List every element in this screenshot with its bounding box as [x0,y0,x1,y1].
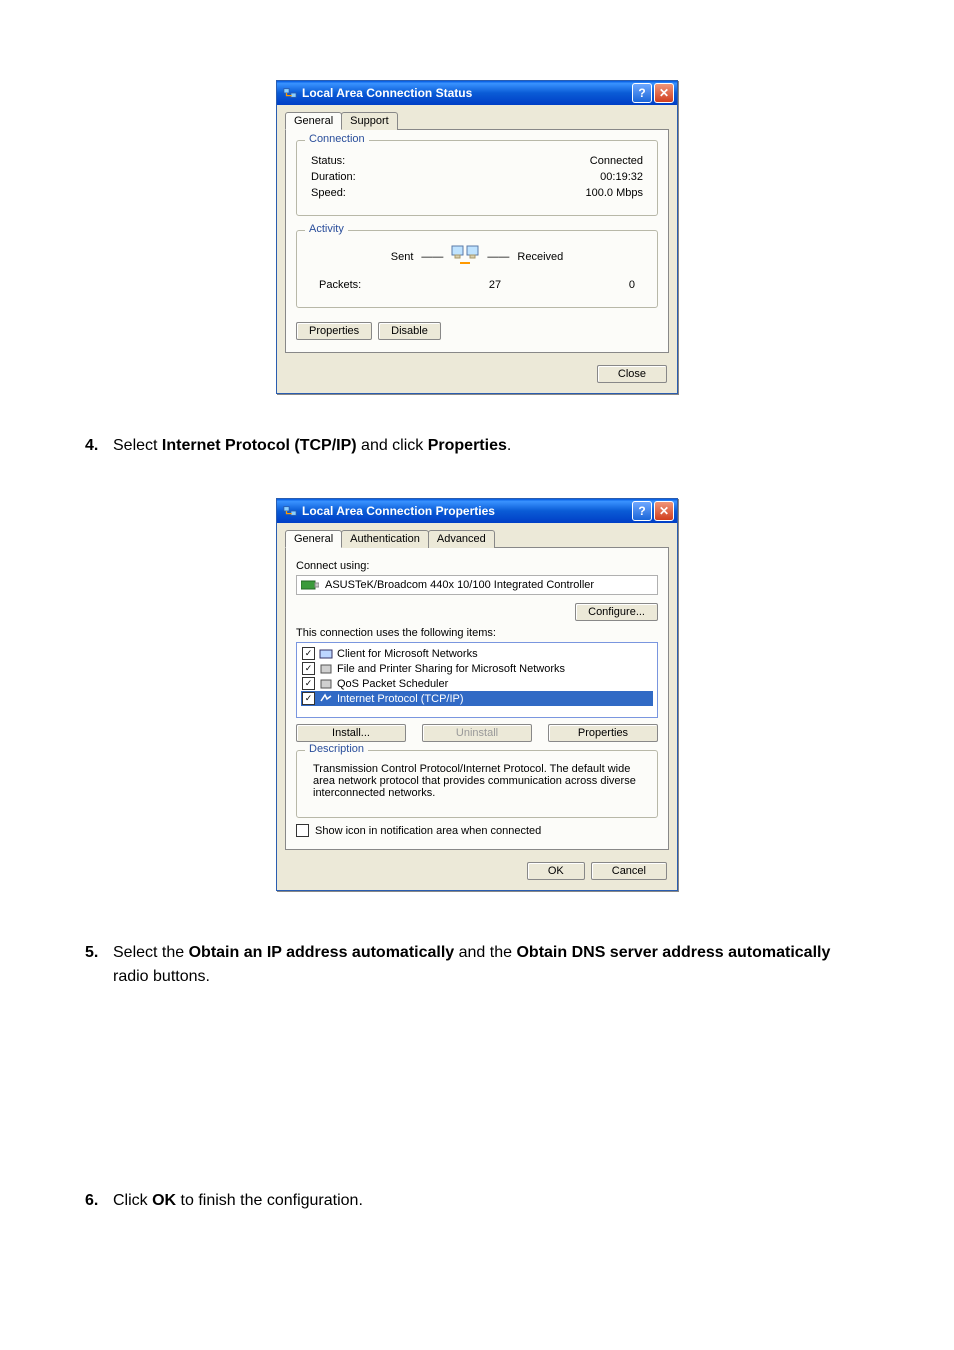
connection-icon [283,86,297,100]
properties-titlebar[interactable]: Local Area Connection Properties ? ✕ [277,499,677,523]
packets-received: 0 [629,279,635,291]
client-icon [319,648,333,660]
list-item[interactable]: QoS Packet Scheduler [301,676,653,691]
properties-title: Local Area Connection Properties [302,504,632,518]
list-item[interactable]: Client for Microsoft Networks [301,646,653,661]
help-icon[interactable]: ? [632,501,652,521]
duration-value: 00:19:32 [600,171,643,183]
sent-label: Sent [391,251,414,263]
nic-icon [301,579,319,591]
tab-advanced[interactable]: Advanced [428,530,495,548]
checkbox-icon[interactable] [302,647,315,660]
tab-general[interactable]: General [285,530,342,548]
help-icon[interactable]: ? [632,83,652,103]
adapter-field: ASUSTeK/Broadcom 440x 10/100 Integrated … [296,575,658,595]
tab-support[interactable]: Support [341,112,398,130]
activity-icon [451,245,479,269]
status-titlebar[interactable]: Local Area Connection Status ? ✕ [277,81,677,105]
speed-label: Speed: [311,187,346,199]
status-title: Local Area Connection Status [302,86,632,100]
dash: —— [487,251,509,263]
step6-num: 6. [85,1189,113,1213]
speed-value: 100.0 Mbps [586,187,643,199]
checkbox-icon[interactable] [302,677,315,690]
status-dialog: Local Area Connection Status ? ✕ General… [276,80,678,394]
desc-text: Transmission Control Protocol/Internet P… [309,761,645,805]
instruction-6: 6. Click OK to finish the configuration. [85,1189,869,1213]
checkbox-icon[interactable] [296,824,309,837]
properties-tabs: General Authentication Advanced [277,523,677,547]
configure-button[interactable]: Configure... [575,603,658,621]
group-connection-legend: Connection [305,133,369,145]
close-icon[interactable]: ✕ [654,83,674,103]
disable-button[interactable]: Disable [378,322,441,340]
item-properties-button[interactable]: Properties [548,724,658,742]
status-value: Connected [590,155,643,167]
notif-label: Show icon in notification area when conn… [315,825,541,837]
group-activity: Activity Sent —— —— Received [296,230,658,308]
notification-checkbox-row[interactable]: Show icon in notification area when conn… [296,824,658,837]
received-label: Received [517,251,563,263]
close-icon[interactable]: ✕ [654,501,674,521]
group-description: Description Transmission Control Protoco… [296,750,658,818]
desc-legend: Description [305,743,368,755]
close-button[interactable]: Close [597,365,667,383]
status-tabs: General Support [277,105,677,129]
connection-icon [283,504,297,518]
ok-button[interactable]: OK [527,862,585,880]
list-item-selected[interactable]: Internet Protocol (TCP/IP) [301,691,653,706]
packets-label: Packets: [319,279,361,291]
share-icon [319,663,333,675]
qos-icon [319,678,333,690]
uses-label: This connection uses the following items… [296,627,658,639]
properties-dialog: Local Area Connection Properties ? ✕ Gen… [276,498,678,891]
instruction-4: 4. Select Internet Protocol (TCP/IP) and… [85,434,869,458]
tcpip-icon [319,693,333,705]
packets-sent: 27 [361,279,629,291]
group-activity-legend: Activity [305,223,348,235]
status-label: Status: [311,155,345,167]
dash: —— [421,251,443,263]
checkbox-icon[interactable] [302,662,315,675]
step4-num: 4. [85,434,113,458]
install-button[interactable]: Install... [296,724,406,742]
adapter-name: ASUSTeK/Broadcom 440x 10/100 Integrated … [325,579,594,591]
cancel-button[interactable]: Cancel [591,862,667,880]
group-connection: Connection Status: Connected Duration: 0… [296,140,658,216]
uninstall-button: Uninstall [422,724,532,742]
instruction-5: 5. Select the Obtain an IP address autom… [85,941,869,989]
checkbox-icon[interactable] [302,692,315,705]
items-list[interactable]: Client for Microsoft Networks File and P… [296,642,658,718]
properties-button[interactable]: Properties [296,322,372,340]
step5-num: 5. [85,941,113,965]
tab-general[interactable]: General [285,112,342,130]
tab-authentication[interactable]: Authentication [341,530,429,548]
list-item[interactable]: File and Printer Sharing for Microsoft N… [301,661,653,676]
duration-label: Duration: [311,171,356,183]
connect-using-label: Connect using: [296,560,658,572]
